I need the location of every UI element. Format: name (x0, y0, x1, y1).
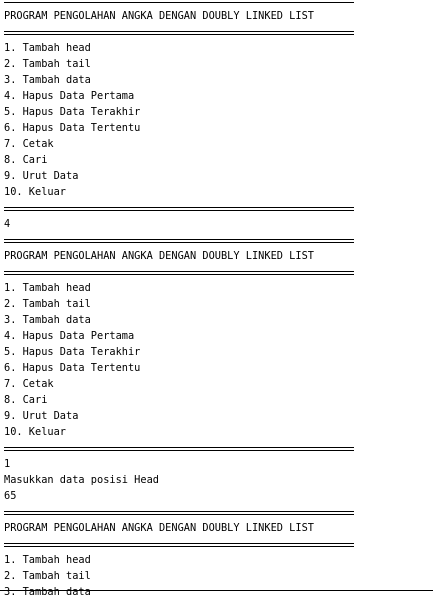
console-line: 10. Keluar (4, 186, 66, 198)
console-line: 7. Cetak (4, 138, 54, 150)
separator-line (4, 536, 354, 552)
separator-line (4, 0, 354, 8)
console-line: 4. Hapus Data Pertama (4, 330, 135, 342)
console-line: 5. Hapus Data Terakhir (4, 106, 141, 118)
console-line: 8. Cari (4, 394, 48, 406)
console-line: 6. Hapus Data Tertentu (4, 122, 141, 134)
console-line: 3. Tambah data (4, 586, 91, 598)
separator-line (4, 440, 354, 456)
console-line: 9. Urut Data (4, 410, 79, 422)
console-line: 8. Cari (4, 154, 48, 166)
console-line: PROGRAM PENGOLAHAN ANGKA DENGAN DOUBLY L… (4, 522, 314, 534)
separator-line (4, 24, 354, 40)
separator-line (4, 504, 354, 520)
console-line: PROGRAM PENGOLAHAN ANGKA DENGAN DOUBLY L… (4, 250, 314, 262)
console-line: 1. Tambah head (4, 554, 91, 566)
separator-line (4, 200, 354, 216)
console-line: 3. Tambah data (4, 314, 91, 326)
console-line: 2. Tambah tail (4, 298, 91, 310)
console-line: 65 (4, 490, 17, 502)
bottom-edge-line (0, 590, 433, 591)
console-line: 2. Tambah tail (4, 570, 91, 582)
console-line: PROGRAM PENGOLAHAN ANGKA DENGAN DOUBLY L… (4, 10, 314, 22)
console-output: PROGRAM PENGOLAHAN ANGKA DENGAN DOUBLY L… (4, 0, 433, 600)
separator-line (4, 264, 354, 280)
console-line: 5. Hapus Data Terakhir (4, 346, 141, 358)
console-line: 1 (4, 458, 11, 470)
separator-line (4, 232, 354, 248)
console-line: Masukkan data posisi Head (4, 474, 159, 486)
console-line: 1. Tambah head (4, 282, 91, 294)
console-line: 9. Urut Data (4, 170, 79, 182)
console-line: 4 (4, 218, 11, 230)
console-line: 7. Cetak (4, 378, 54, 390)
console-line: 2. Tambah tail (4, 58, 91, 70)
console-line: 6. Hapus Data Tertentu (4, 362, 141, 374)
console-line: 3. Tambah data (4, 74, 91, 86)
console-line: 10. Keluar (4, 426, 66, 438)
console-line: 4. Hapus Data Pertama (4, 90, 135, 102)
console-line: 1. Tambah head (4, 42, 91, 54)
